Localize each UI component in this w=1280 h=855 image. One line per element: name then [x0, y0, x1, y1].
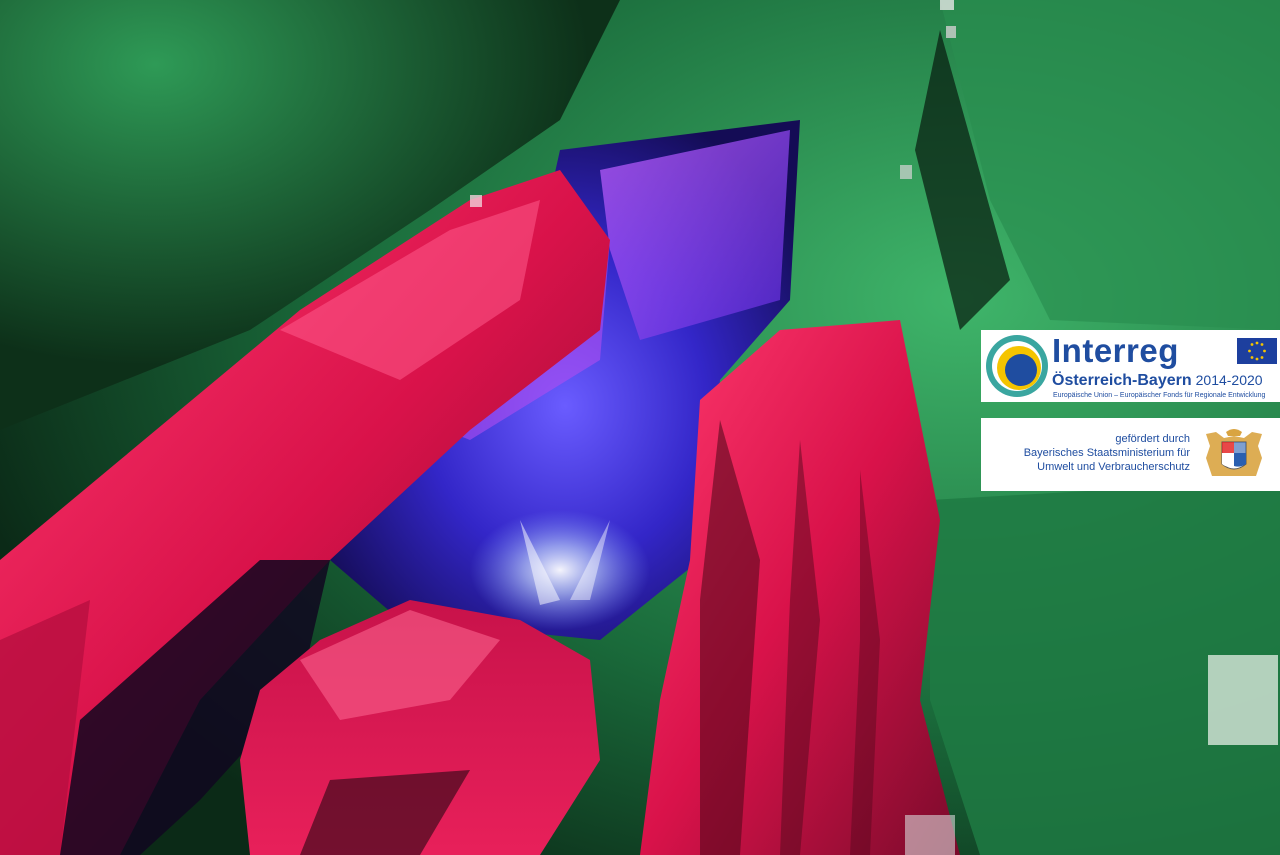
interreg-wordmark: Interreg — [1052, 332, 1179, 369]
interreg-logo: Interreg Österreich-Bayern 2014-2020 Euro… — [981, 330, 1280, 402]
funding-text: gefördert durch Bayerisches Staatsminist… — [1024, 432, 1190, 474]
funding-line-1: gefördert durch — [1115, 433, 1190, 445]
period-label: 2014-2020 — [1195, 372, 1263, 388]
funding-logo: gefördert durch Bayerisches Staatsminist… — [981, 418, 1280, 491]
eu-flag-icon — [1237, 338, 1277, 364]
interreg-region: Österreich-Bayern 2014-2020 — [1052, 372, 1263, 390]
interreg-emblem-icon — [986, 335, 1048, 397]
region-label: Österreich-Bayern — [1052, 372, 1192, 389]
funding-line-2: Bayerisches Staatsministerium für — [1023, 447, 1190, 459]
fund-line: Europäische Union – Europäischer Fonds f… — [1053, 392, 1266, 399]
funding-line-3: Umwelt und Verbraucherschutz — [1037, 461, 1190, 473]
bavarian-coat-of-arms-icon — [1206, 429, 1262, 476]
